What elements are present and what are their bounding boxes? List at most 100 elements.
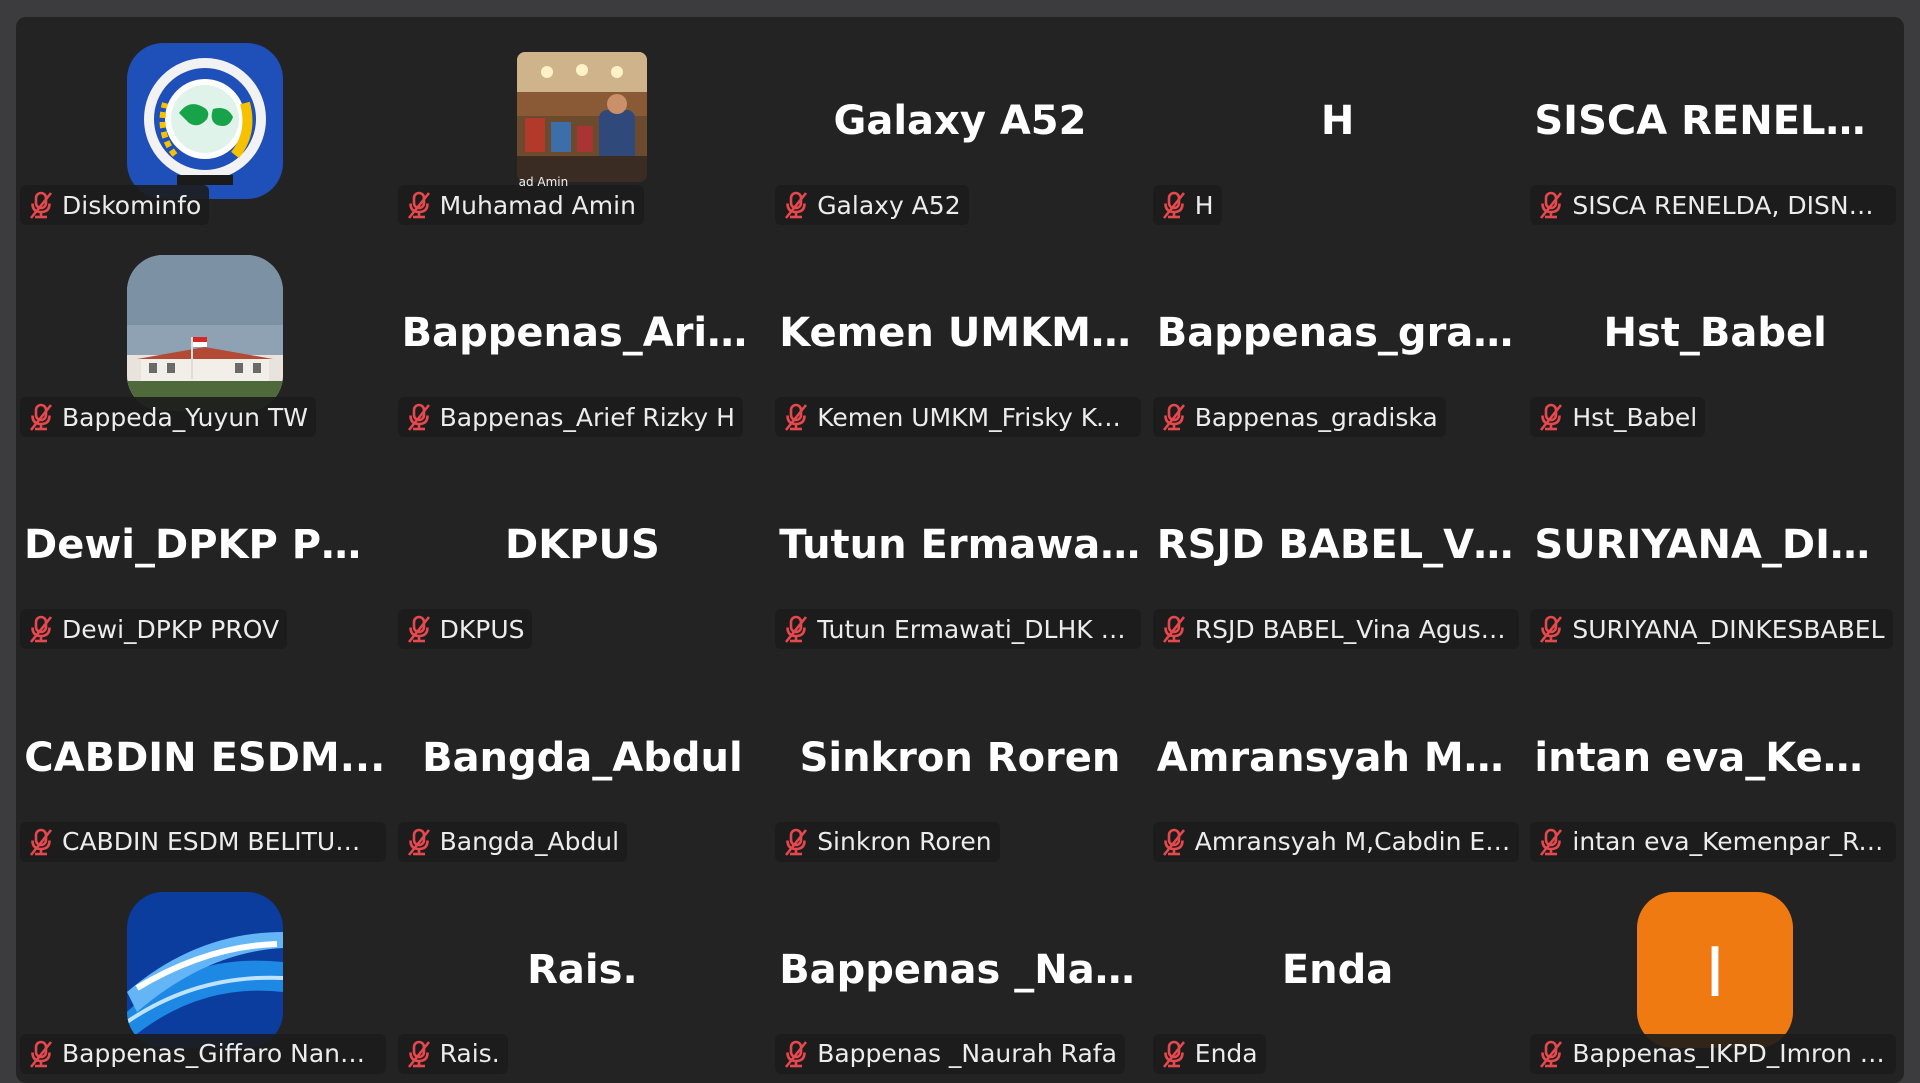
video-gallery: Diskominfo Muhamad Amin ad Amin Galaxy A… xyxy=(16,17,1904,1083)
participant-name-label: intan eva_Kemenpar_Renkeu xyxy=(1530,821,1897,862)
participant-tile[interactable]: intan eva_Keme... intan eva_Kemenpar_Ren… xyxy=(1526,654,1904,866)
microphone-muted-icon xyxy=(404,827,434,857)
participant-name-text: RSJD BABEL_Vina Agustin xyxy=(1194,614,1511,644)
participant-display-name: CABDIN ESDM... xyxy=(24,734,386,781)
microphone-muted-icon xyxy=(1536,1039,1566,1069)
microphone-muted-icon xyxy=(404,614,434,644)
participant-name-text: Bappeda_Yuyun TW xyxy=(62,402,308,432)
participant-tile[interactable]: RSJD BABEL_Vin... RSJD BABEL_Vina Agusti… xyxy=(1149,441,1527,653)
microphone-muted-icon xyxy=(404,402,434,432)
participant-name-text: Hst_Babel xyxy=(1572,402,1698,432)
participant-tile[interactable]: Bangda_Abdul Bangda_Abdul xyxy=(394,654,772,866)
participant-tile[interactable]: Tutun Ermawati... Tutun Ermawati_DLHK Ba… xyxy=(771,441,1149,653)
participant-tile[interactable]: Bappenas_gradi... Bappenas_gradiska xyxy=(1149,229,1527,441)
microphone-muted-icon xyxy=(1159,1039,1189,1069)
participant-name-label: RSJD BABEL_Vina Agustin xyxy=(1152,609,1519,650)
participant-display-name: Kemen UMKM_... xyxy=(779,310,1141,357)
participant-tile[interactable]: SISCA RENELDA... SISCA RENELDA, DISNAKER xyxy=(1526,17,1904,229)
photo-caption: ad Amin xyxy=(518,175,569,189)
participant-display-name: Bappenas_Arief... xyxy=(401,310,764,357)
participant-name-label: H xyxy=(1152,185,1222,225)
participant-tile[interactable]: Bappenas _Naur... Bappenas _Naurah Rafa xyxy=(771,866,1149,1078)
microphone-muted-icon xyxy=(781,827,811,857)
participant-name-text: intan eva_Kemenpar_Renkeu xyxy=(1572,827,1889,857)
participant-display-name: DKPUS xyxy=(504,522,660,569)
participant-name-text: DKPUS xyxy=(439,614,525,644)
participant-name-text: Tutun Ermawati_DLHK Babel xyxy=(817,614,1134,644)
participant-name-text: Enda xyxy=(1194,1039,1258,1069)
participant-name-label: Bappenas _Naurah Rafa xyxy=(775,1033,1125,1074)
participant-tile[interactable]: Galaxy A52 Galaxy A52 xyxy=(771,17,1149,229)
participant-tile[interactable]: Sinkron Roren Sinkron Roren xyxy=(771,654,1149,866)
microphone-muted-icon xyxy=(1159,190,1189,220)
participant-name-label: Bappenas_gradiska xyxy=(1152,397,1446,438)
participant-tile[interactable]: SURIYANA_DIN... SURIYANA_DINKESBABEL xyxy=(1526,441,1904,653)
participant-tile[interactable]: Amransyah M,C... Amransyah M,Cabdin ESDM… xyxy=(1149,654,1527,866)
participant-grid: Diskominfo Muhamad Amin ad Amin Galaxy A… xyxy=(16,17,1904,1083)
participant-name-label: Bappenas_Giffaro Nandra Ri... xyxy=(20,1033,386,1074)
participant-name-label: Tutun Ermawati_DLHK Babel xyxy=(775,609,1142,650)
participant-tile[interactable]: Muhamad Amin ad Amin xyxy=(394,17,772,229)
participant-name-text: Diskominfo xyxy=(62,190,202,220)
participant-avatar xyxy=(126,43,283,199)
participant-name-text: Muhamad Amin xyxy=(439,190,636,220)
participant-name-text: SISCA RENELDA, DISNAKER xyxy=(1572,190,1889,220)
microphone-muted-icon xyxy=(781,190,811,220)
participant-tile[interactable]: H H xyxy=(1149,17,1527,229)
participant-name-label: Bappeda_Yuyun TW xyxy=(20,397,316,438)
participant-tile[interactable]: Dewi_DPKP PROV Dewi_DPKP PROV xyxy=(16,441,394,653)
participant-name-label: Dewi_DPKP PROV xyxy=(20,609,288,650)
participant-display-name: RSJD BABEL_Vin... xyxy=(1156,522,1519,569)
microphone-muted-icon xyxy=(781,1039,811,1069)
participant-name-label: SISCA RENELDA, DISNAKER xyxy=(1530,185,1897,225)
microphone-muted-icon xyxy=(26,1039,56,1069)
participant-name-text: Rais. xyxy=(439,1039,500,1069)
participant-name-text: Amransyah M,Cabdin ESDM ... xyxy=(1194,827,1511,857)
participant-name-label: Bappenas_IKPD_Imron Amro... xyxy=(1530,1033,1897,1074)
microphone-muted-icon xyxy=(1536,827,1566,857)
microphone-muted-icon xyxy=(781,402,811,432)
participant-name-text: Bappenas_IKPD_Imron Amro... xyxy=(1572,1039,1888,1069)
svg-text:I: I xyxy=(1705,932,1725,1012)
participant-avatar xyxy=(517,52,648,182)
participant-name-label: Rais. xyxy=(397,1033,508,1074)
participant-tile[interactable]: I Bappenas_IKPD_Imron Amro... xyxy=(1526,866,1904,1078)
microphone-muted-icon xyxy=(404,190,434,220)
microphone-muted-icon xyxy=(1159,614,1189,644)
participant-avatar xyxy=(126,891,283,1048)
participant-avatar xyxy=(126,255,283,412)
participant-tile[interactable]: Bappenas_Arief... Bappenas_Arief Rizky H xyxy=(394,229,772,441)
participant-tile[interactable]: CABDIN ESDM... CABDIN ESDM BELITUNG_M... xyxy=(16,654,394,866)
participant-tile[interactable]: Bappenas_Giffaro Nandra Ri... xyxy=(16,866,394,1078)
participant-name-label: Galaxy A52 xyxy=(775,185,969,225)
participant-display-name: Sinkron Roren xyxy=(799,734,1121,781)
participant-tile[interactable]: Bappeda_Yuyun TW xyxy=(16,229,394,441)
participant-display-name: SISCA RENELDA... xyxy=(1534,98,1896,144)
participant-name-text: H xyxy=(1194,190,1214,220)
participant-display-name: Enda xyxy=(1281,946,1394,993)
participant-tile[interactable]: Diskominfo xyxy=(16,17,394,229)
participant-display-name: Bappenas_gradi... xyxy=(1156,310,1519,357)
participant-display-name: intan eva_Keme... xyxy=(1534,734,1896,781)
participant-display-name: SURIYANA_DIN... xyxy=(1534,522,1896,569)
participant-display-name: Hst_Babel xyxy=(1603,310,1827,357)
participant-tile[interactable]: Rais. Rais. xyxy=(394,866,772,1078)
participant-display-name: Rais. xyxy=(527,946,638,993)
participant-tile[interactable]: Hst_Babel Hst_Babel xyxy=(1526,229,1904,441)
participant-name-label: Diskominfo xyxy=(20,185,210,225)
participant-name-label: CABDIN ESDM BELITUNG_M... xyxy=(20,821,386,862)
microphone-muted-icon xyxy=(1536,614,1566,644)
microphone-muted-icon xyxy=(1536,190,1566,220)
microphone-muted-icon xyxy=(1159,827,1189,857)
participant-tile[interactable]: DKPUS DKPUS xyxy=(394,441,772,653)
participant-display-name: Tutun Ermawati... xyxy=(779,522,1141,569)
participant-tile[interactable]: Enda Enda xyxy=(1149,866,1527,1078)
participant-display-name: Galaxy A52 xyxy=(833,98,1087,144)
participant-display-name: Bangda_Abdul xyxy=(422,734,743,781)
participant-tile[interactable]: Kemen UMKM_... Kemen UMKM_Frisky Komar..… xyxy=(771,229,1149,441)
microphone-muted-icon xyxy=(26,827,56,857)
participant-name-text: Kemen UMKM_Frisky Komar... xyxy=(817,402,1134,432)
participant-name-label: Bangda_Abdul xyxy=(397,821,628,862)
participant-display-name: Dewi_DPKP PROV xyxy=(24,522,386,569)
participant-name-text: Galaxy A52 xyxy=(817,190,961,220)
